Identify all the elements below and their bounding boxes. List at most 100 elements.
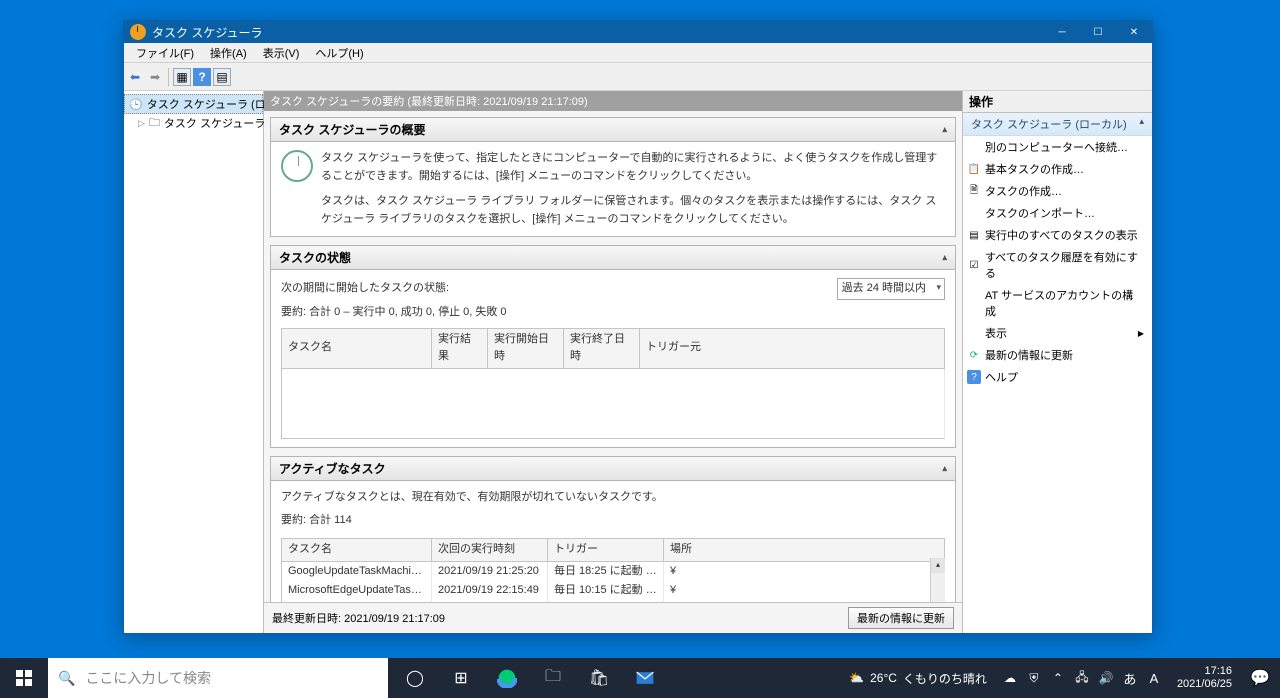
active-summary: 要約: 合計 114 [281,512,945,530]
weather-widget[interactable]: ⛅ 26°C くもりのち晴れ [841,670,995,687]
properties-button[interactable]: ▤ [213,68,231,86]
action-history[interactable]: ☑すべてのタスク履歴を有効にする [963,246,1152,284]
onedrive-icon[interactable]: ☁ [999,658,1021,698]
menu-file[interactable]: ファイル(F) [128,42,202,64]
status-summary: 要約: 合計 0 – 実行中 0, 成功 0, 停止 0, 失敗 0 [281,304,945,322]
refresh-icon: ⟳ [967,348,981,362]
weather-icon: ⛅ [849,671,864,685]
submenu-arrow-icon: ▶ [1138,329,1144,338]
active-header[interactable]: アクティブなタスク ▴ [271,457,955,481]
search-placeholder: ここに入力して検索 [85,668,211,688]
cortana-icon[interactable]: ◯ [392,658,438,698]
overview-header-label: タスク スケジューラの概要 [279,121,426,138]
forward-button[interactable]: ➡ [146,68,164,86]
collapse-icon[interactable]: ▴ [942,252,947,263]
wizard-icon: 📋 [967,162,981,176]
edge-icon[interactable] [484,658,530,698]
taskview-icon[interactable]: ⊞ [438,658,484,698]
tray-chevron-icon[interactable]: ⌃ [1047,658,1069,698]
ime-mode[interactable]: A [1143,658,1165,698]
search-box[interactable]: 🔍 ここに入力して検索 [48,658,388,698]
period-label: 次の期間に開始したタスクの状態: [281,280,449,298]
taskbar[interactable]: 🔍 ここに入力して検索 ◯ ⊞ 🗀 🛍 ⛅ 26°C くもりのち晴れ ☁ ⛨ ⌃… [0,658,1280,698]
windows-icon [16,670,32,686]
navigation-tree[interactable]: 🕒 タスク スケジューラ (ローカル) ▷ 🗀 タスク スケジューラ ライブラリ [124,91,264,633]
back-button[interactable]: ⬅ [126,68,144,86]
close-button[interactable]: ✕ [1116,21,1152,43]
mail-icon[interactable] [622,658,668,698]
col-trigger[interactable]: トリガー [548,538,664,561]
last-updated: 最終更新日時: 2021/09/19 21:17:09 [272,610,445,626]
refresh-button[interactable]: 最新の情報に更新 [848,607,954,629]
status-header-label: タスクの状態 [279,249,351,266]
tree-root[interactable]: 🕒 タスク スケジューラ (ローカル) [124,94,263,114]
overview-text-2: タスクは、タスク スケジューラ ライブラリ フォルダーに保管されます。個々のタス… [321,193,945,228]
col-end[interactable]: 実行終了日時 [564,328,640,368]
col-result[interactable]: 実行結果 [432,328,488,368]
status-header[interactable]: タスクの状態 ▴ [271,246,955,270]
table-row[interactable]: Office Feature Updates2021/09/20 1:25:49… [282,601,945,602]
active-table[interactable]: タスク名 次回の実行時刻 トリガー 場所 GoogleUpdateTaskMac… [281,538,945,602]
clock[interactable]: 17:16 2021/06/25 [1169,665,1240,691]
toolbar: ⬅ ➡ ▦ ? ▤ [124,63,1152,91]
window-title: タスク スケジューラ [152,24,1044,41]
menu-help[interactable]: ヘルプ(H) [307,42,371,64]
tree-library[interactable]: ▷ 🗀 タスク スケジューラ ライブラリ [124,114,263,132]
expand-icon[interactable]: ▷ [138,118,145,129]
scrollbar[interactable]: ▴ ▾ [930,558,945,602]
folder-icon: 🗀 [149,116,160,130]
security-icon[interactable]: ⛨ [1023,658,1045,698]
menu-action[interactable]: 操作(A) [202,42,255,64]
search-icon: 🔍 [58,670,75,687]
overview-text-1: タスク スケジューラを使って、指定したときにコンピューターで自動的に実行されるよ… [321,150,945,185]
help-button[interactable]: ? [193,68,211,86]
system-tray[interactable]: ☁ ⛨ ⌃ 🖧 🔊 あ A [995,658,1169,698]
ime-lang[interactable]: あ [1119,658,1141,698]
explorer-icon[interactable]: 🗀 [530,658,576,698]
col-location[interactable]: 場所 [664,538,945,561]
help-icon: ? [967,370,981,384]
status-table[interactable]: タスク名 実行結果 実行開始日時 実行終了日時 トリガー元 [281,328,945,439]
weather-text: くもりのち晴れ [903,670,987,687]
period-select[interactable]: 過去 24 時間以内 [837,278,945,300]
action-view[interactable]: 表示▶ [963,322,1152,344]
col-trigger[interactable]: トリガー元 [640,328,945,368]
action-create-task[interactable]: 🗎タスクの作成… [963,180,1152,202]
separator [168,68,169,86]
titlebar[interactable]: タスク スケジューラ ─ ☐ ✕ [124,21,1152,43]
action-center-icon[interactable]: 💬 [1240,658,1280,698]
action-import[interactable]: タスクのインポート… [963,202,1152,224]
scroll-up[interactable]: ▴ [931,558,945,573]
actions-pane: 操作 タスク スケジューラ (ローカル) ▴ 別のコンピューターへ接続… 📋基本… [962,91,1152,633]
empty-row [282,368,945,438]
table-row[interactable]: MicrosoftEdgeUpdateTaskMachineUA2021/09/… [282,581,945,601]
table-row[interactable]: GoogleUpdateTaskMachineUA2021/09/19 21:2… [282,561,945,581]
action-running[interactable]: ▤実行中のすべてのタスクの表示 [963,224,1152,246]
show-hide-tree-button[interactable]: ▦ [173,68,191,86]
action-at-service[interactable]: AT サービスのアカウントの構成 [963,284,1152,322]
app-icon [130,24,146,40]
volume-icon[interactable]: 🔊 [1095,658,1117,698]
action-create-basic[interactable]: 📋基本タスクの作成… [963,158,1152,180]
action-help[interactable]: ?ヘルプ [963,366,1152,388]
menu-view[interactable]: 表示(V) [255,42,308,64]
col-taskname[interactable]: タスク名 [282,328,432,368]
minimize-button[interactable]: ─ [1044,21,1080,43]
collapse-icon[interactable]: ▴ [942,124,947,135]
col-name[interactable]: タスク名 [282,538,432,561]
collapse-icon[interactable]: ▴ [942,463,947,474]
action-refresh[interactable]: ⟳最新の情報に更新 [963,344,1152,366]
clock-large-icon [281,150,313,182]
col-next[interactable]: 次回の実行時刻 [432,538,548,561]
summary-header: タスク スケジューラの要約 (最終更新日時: 2021/09/19 21:17:… [264,91,962,111]
collapse-icon[interactable]: ▴ [1139,116,1144,132]
start-button[interactable] [0,658,48,698]
col-start[interactable]: 実行開始日時 [488,328,564,368]
network-icon[interactable]: 🖧 [1071,658,1093,698]
actions-context[interactable]: タスク スケジューラ (ローカル) ▴ [963,113,1152,136]
maximize-button[interactable]: ☐ [1080,21,1116,43]
action-connect[interactable]: 別のコンピューターへ接続… [963,136,1152,158]
overview-header[interactable]: タスク スケジューラの概要 ▴ [271,118,955,142]
store-icon[interactable]: 🛍 [576,658,622,698]
active-desc: アクティブなタスクとは、現在有効で、有効期限が切れていないタスクです。 [281,489,945,507]
